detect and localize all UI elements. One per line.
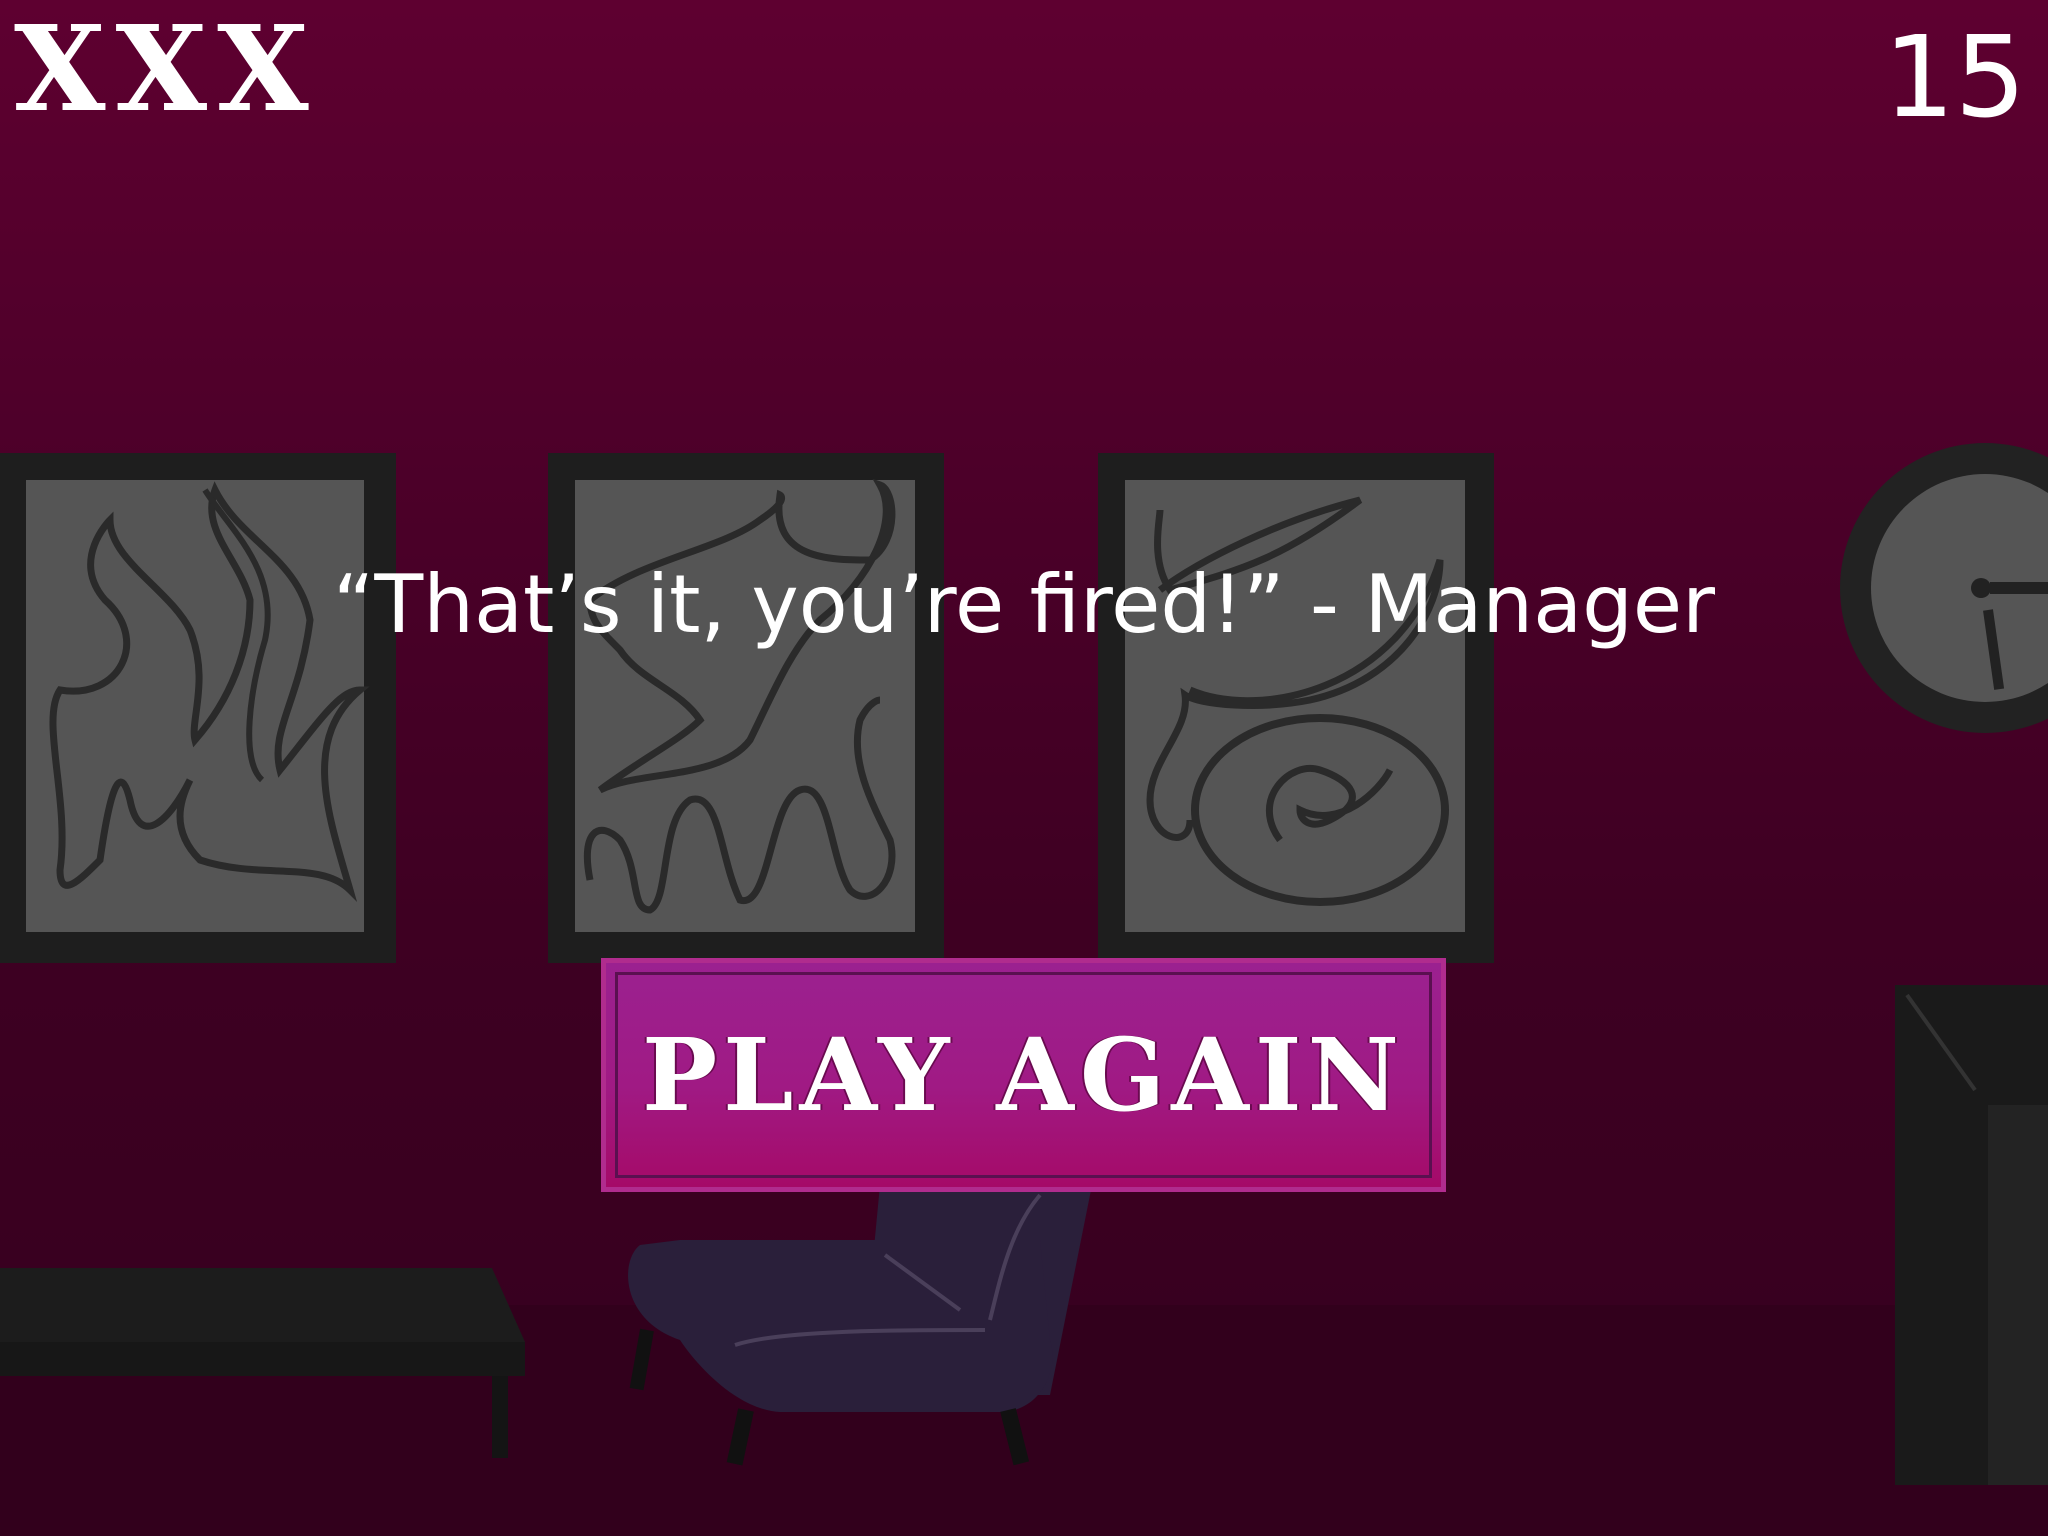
game-over-quote: “That’s it, you’re fired!” - Manager bbox=[332, 558, 1716, 651]
painting-flames bbox=[0, 453, 396, 963]
play-again-button[interactable]: PLAY AGAIN bbox=[601, 958, 1446, 1192]
painting-swirl bbox=[1098, 453, 1494, 963]
office-background bbox=[0, 443, 2048, 1536]
play-again-button-frame[interactable]: PLAY AGAIN bbox=[615, 972, 1432, 1178]
cabinet bbox=[1895, 985, 2048, 1485]
score-counter: 15 bbox=[1883, 13, 2026, 143]
painting-waves bbox=[548, 453, 944, 963]
lives-indicator: XXX bbox=[14, 0, 319, 138]
play-again-label: PLAY AGAIN bbox=[641, 1016, 1406, 1134]
